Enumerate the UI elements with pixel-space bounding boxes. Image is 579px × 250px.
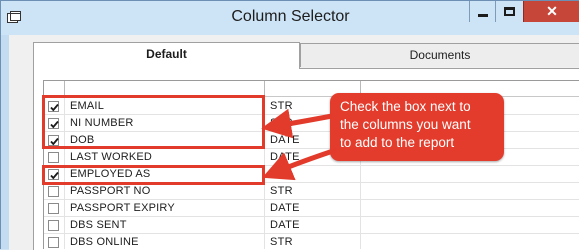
annotation-callout: Check the box next to the columns you wa…	[330, 93, 504, 161]
column-name-cell: LAST WORKED	[70, 151, 153, 163]
table-row[interactable]: PASSPORT NO STR	[44, 183, 579, 200]
close-button[interactable]: ✕	[523, 1, 579, 22]
cell-divider	[360, 200, 361, 217]
row-checkbox[interactable]	[48, 152, 59, 163]
minimize-icon	[477, 13, 488, 17]
table-row[interactable]: DBS SENT DATE	[44, 217, 579, 234]
annotation-line: the columns you want	[340, 117, 471, 132]
tab-documents[interactable]: Documents	[300, 43, 579, 67]
tab-default[interactable]: Default	[33, 42, 300, 69]
column-type-cell: STR	[270, 100, 293, 112]
column-type-cell: STR	[270, 168, 293, 180]
cell-divider	[264, 183, 265, 200]
cell-divider	[64, 200, 65, 217]
cell-divider	[360, 217, 361, 234]
column-name-cell: DBS SENT	[70, 219, 127, 231]
minimize-button[interactable]	[469, 1, 495, 22]
table-row[interactable]: DBS ONLINE STR	[44, 234, 579, 249]
row-checkbox[interactable]	[48, 186, 59, 197]
table-row[interactable]: PASSPORT EXPIRY DATE	[44, 200, 579, 217]
column-type-cell: DATE	[270, 134, 300, 146]
column-name-cell: PASSPORT EXPIRY	[70, 202, 175, 214]
column-name-cell: DBS ONLINE	[70, 236, 139, 248]
cell-divider	[64, 217, 65, 234]
column-type-cell: STR	[270, 117, 293, 129]
column-type-cell: STR	[270, 185, 293, 197]
annotation-line: Check the box next to	[340, 99, 471, 114]
cell-divider	[64, 234, 65, 249]
cell-divider	[264, 200, 265, 217]
column-type-cell: DATE	[270, 219, 300, 231]
cell-divider	[64, 149, 65, 166]
close-icon: ✕	[546, 3, 558, 19]
cell-divider	[360, 234, 361, 249]
cell-divider	[264, 149, 265, 166]
maximize-button[interactable]	[495, 1, 523, 22]
highlight-box-checked-group	[42, 95, 265, 149]
row-checkbox[interactable]	[48, 203, 59, 214]
column-type-cell: DATE	[270, 202, 300, 214]
cell-divider	[360, 166, 361, 183]
cell-divider	[264, 234, 265, 249]
annotation-line: to add to the report	[340, 135, 455, 150]
column-type-cell: STR	[270, 236, 293, 248]
highlight-box-employed-as	[42, 165, 265, 185]
row-checkbox[interactable]	[48, 220, 59, 231]
cell-divider	[264, 217, 265, 234]
column-name-cell: PASSPORT NO	[70, 185, 151, 197]
cell-divider	[360, 183, 361, 200]
row-checkbox[interactable]	[48, 237, 59, 248]
cell-divider	[64, 183, 65, 200]
title-bar[interactable]: Column Selector ✕	[1, 1, 579, 35]
maximize-icon	[504, 7, 515, 16]
column-type-cell: DATE	[270, 151, 300, 163]
